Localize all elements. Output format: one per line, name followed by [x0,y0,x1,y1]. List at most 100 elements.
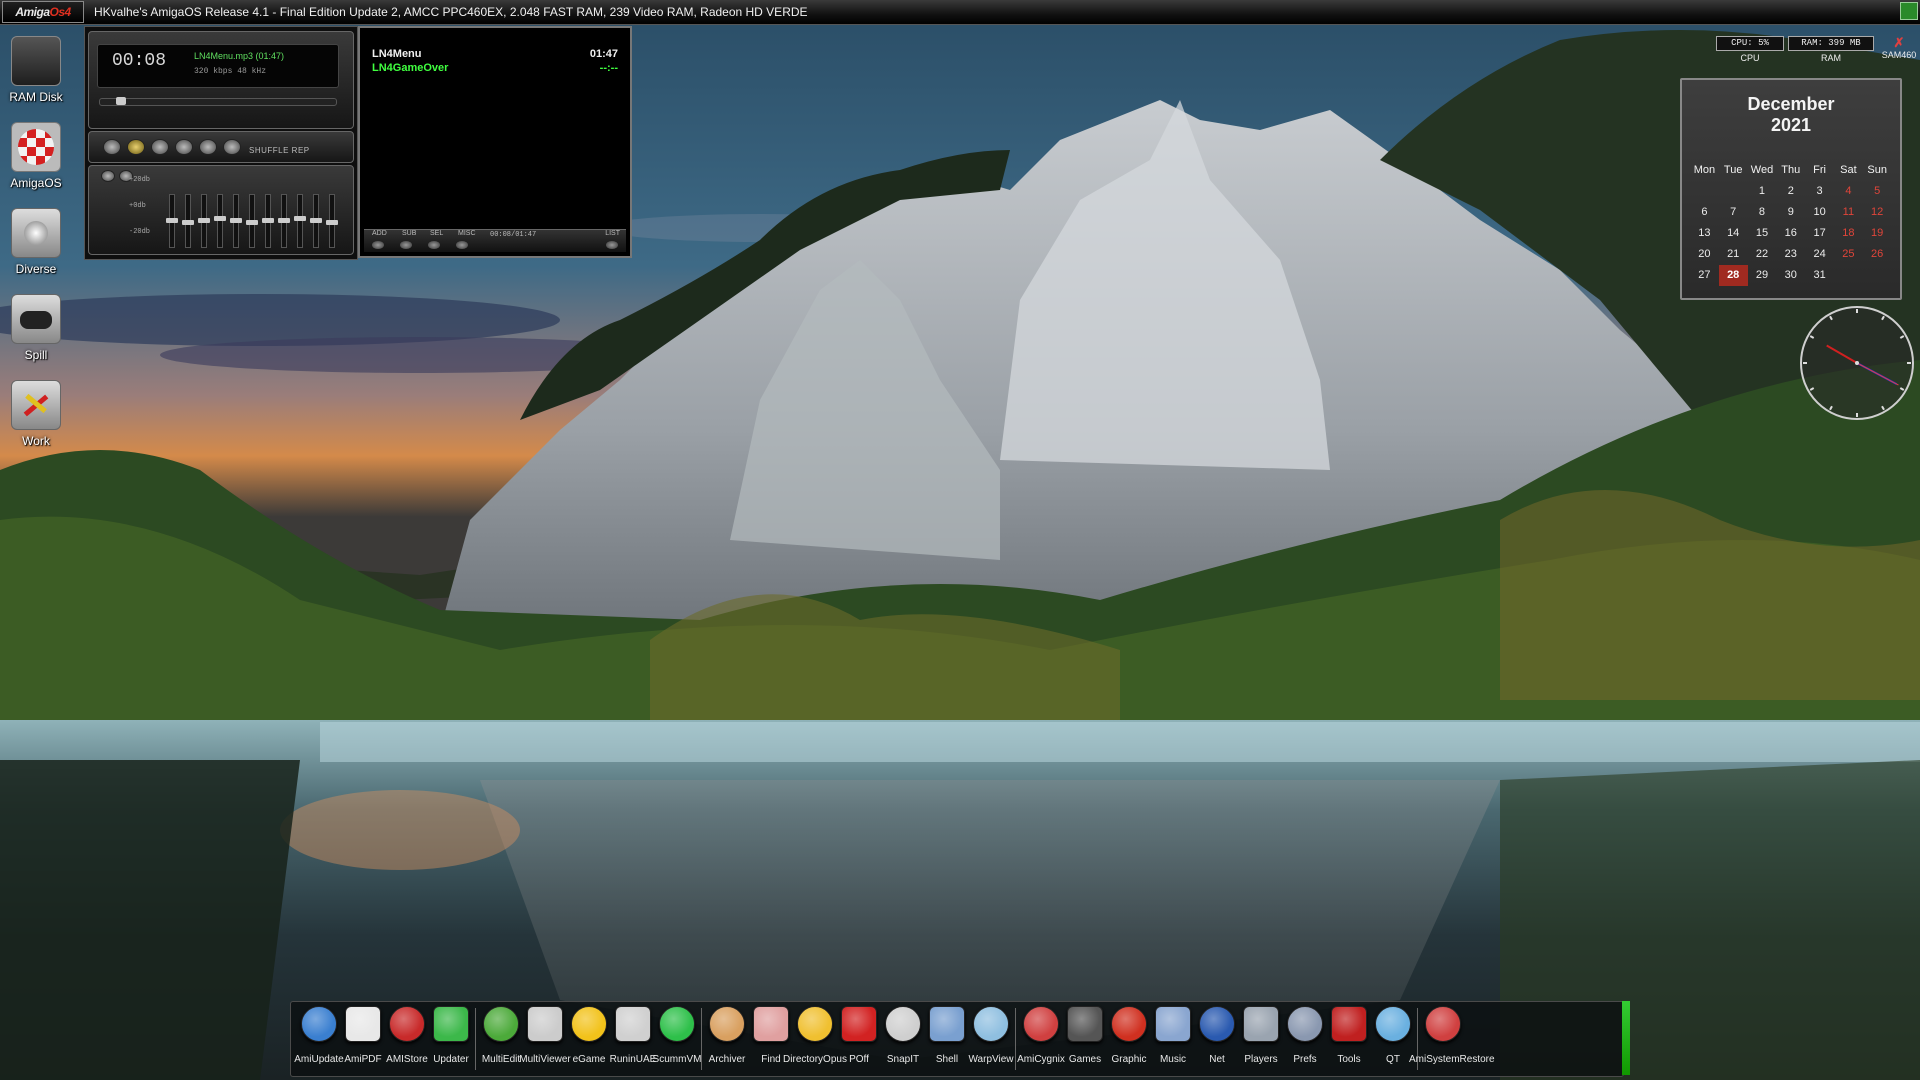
eq-band-slider[interactable] [294,194,306,248]
stop-button[interactable] [175,139,193,155]
playlist-sub-button[interactable] [400,241,412,249]
eq-label-bottom: -20db [129,228,151,236]
screen-depth-gadget[interactable] [1900,2,1918,20]
playlist-misc-button[interactable] [456,241,468,249]
player-seek-bar[interactable] [99,97,337,106]
playlist-list-label: LIST [605,230,620,237]
cpu-usage-value: CPU: 5% [1716,36,1784,51]
calendar-day[interactable]: 4 [1834,181,1863,202]
playlist-add-button[interactable] [372,241,384,249]
gamepad-icon [11,294,61,344]
calendar-day[interactable]: 15 [1748,223,1777,244]
shuffle-repeat-label[interactable]: SHUFFLE REP [249,146,310,155]
play-button[interactable] [127,139,145,155]
eq-band-knob[interactable] [230,218,242,223]
cpu-monitor[interactable]: CPU: 5% CPU [1716,36,1784,66]
calendar-day[interactable]: 14 [1719,223,1748,244]
playlist-sel-label: SEL [430,230,444,237]
sam460-monitor[interactable]: ✗ SAM460 [1880,36,1918,61]
media-player-window[interactable]: 00:08 LN4Menu.mp3 (01:47) 320 kbps 48 kH… [84,26,358,260]
eq-band-slider[interactable] [278,194,290,248]
calendar-day[interactable]: 2 [1776,181,1805,202]
calendar-day[interactable]: 16 [1776,223,1805,244]
playlist-item[interactable]: LN4Menu 01:47 [372,48,618,60]
calendar-day[interactable]: 30 [1776,265,1805,286]
eq-on-button[interactable] [101,170,115,182]
calendar-day[interactable]: 5 [1863,181,1892,202]
eq-band-slider[interactable] [166,194,178,248]
calendar-day[interactable]: 6 [1690,202,1719,223]
calendar-day[interactable]: 21 [1719,244,1748,265]
eq-band-knob[interactable] [294,216,306,221]
playlist-item[interactable]: LN4GameOver --:-- [372,62,618,74]
ram-monitor[interactable]: RAM: 399 MB RAM [1788,36,1874,66]
dock-item-amisystemrestore[interactable]: AmiSystemRestore [1409,1006,1495,1065]
calendar-day[interactable]: 13 [1690,223,1719,244]
seek-handle[interactable] [116,97,126,105]
eq-band-knob[interactable] [246,220,258,225]
calendar-day[interactable]: 24 [1805,244,1834,265]
desktop-icon-work[interactable]: Work [4,380,68,448]
eq-band-slider[interactable] [246,194,258,248]
eq-band-slider[interactable] [262,194,274,248]
close-icon[interactable]: ✗ [1880,36,1918,50]
eq-band-slider[interactable] [326,194,338,248]
playlist-window[interactable]: LN4Menu 01:47 LN4GameOver --:-- ADD SUB … [358,26,632,258]
next-button[interactable] [199,139,217,155]
calendar-day[interactable]: 31 [1805,265,1834,286]
calendar-day[interactable]: 8 [1748,202,1777,223]
calendar-day-today[interactable]: 28 [1718,265,1748,286]
calendar-day[interactable]: 1 [1748,181,1777,202]
eject-button[interactable] [223,139,241,155]
amidock[interactable]: AmiUpdate AmiPDF AMIStore Updater MultiEdit M… [290,1001,1624,1077]
calendar-day[interactable]: 7 [1719,202,1748,223]
calendar-day[interactable]: 10 [1805,202,1834,223]
calendar-day[interactable]: 26 [1863,244,1892,265]
calendar-day[interactable]: 27 [1690,265,1719,286]
screen-title-bar[interactable]: Amiga Os4 HKvalhe's AmigaOS Release 4.1 -… [0,0,1920,25]
calendar-day[interactable]: 20 [1690,244,1719,265]
calendar-day[interactable]: 19 [1863,223,1892,244]
dock-handle[interactable] [1622,1001,1630,1075]
eq-band-knob[interactable] [326,220,338,225]
eq-band-knob[interactable] [166,218,178,223]
playlist-sel-button[interactable] [428,241,440,249]
desktop-icon-spill[interactable]: Spill [4,294,68,362]
drive-icon [11,208,61,258]
playlist-list-button[interactable] [606,241,618,249]
calendar-day[interactable]: 22 [1748,244,1777,265]
eq-band-knob[interactable] [262,218,274,223]
calendar-day[interactable]: 3 [1805,181,1834,202]
analog-clock [1798,304,1916,422]
previous-button[interactable] [103,139,121,155]
calendar-day[interactable]: 12 [1863,202,1892,223]
calendar-day[interactable]: 23 [1776,244,1805,265]
desktop-icon-label: Work [22,434,50,448]
eq-band-slider[interactable] [214,194,226,248]
pacman-icon [571,1006,607,1042]
eye-icon [973,1006,1009,1042]
prefs-icon [1287,1006,1323,1042]
calendar-day[interactable]: 17 [1805,223,1834,244]
amigaos-logo[interactable]: Amiga Os4 [2,1,84,23]
eq-band-knob[interactable] [198,218,210,223]
calendar-day[interactable]: 11 [1834,202,1863,223]
eq-band-knob[interactable] [214,216,226,221]
eq-band-knob[interactable] [182,220,194,225]
eq-band-knob[interactable] [310,218,322,223]
eq-band-slider[interactable] [310,194,322,248]
desktop-icon-amigaos[interactable]: AmigaOS [4,122,68,190]
calendar-day[interactable]: 18 [1834,223,1863,244]
calendar-day[interactable]: 29 [1748,265,1777,286]
desktop-icon-diverse[interactable]: Diverse [4,208,68,276]
desktop-icon-ram-disk[interactable]: RAM Disk [4,36,68,104]
eq-band-slider[interactable] [198,194,210,248]
calendar-day[interactable]: 25 [1834,244,1863,265]
calendar-widget[interactable]: December 2021 Mon Tue Wed Thu Fri Sat Sun 1 2 3 4 5… [1680,78,1902,300]
pause-button[interactable] [151,139,169,155]
eq-band-knob[interactable] [278,218,290,223]
calendar-day[interactable]: 9 [1776,202,1805,223]
eq-band-slider[interactable] [230,194,242,248]
shopping-bag-icon [389,1006,425,1042]
eq-band-slider[interactable] [182,194,194,248]
